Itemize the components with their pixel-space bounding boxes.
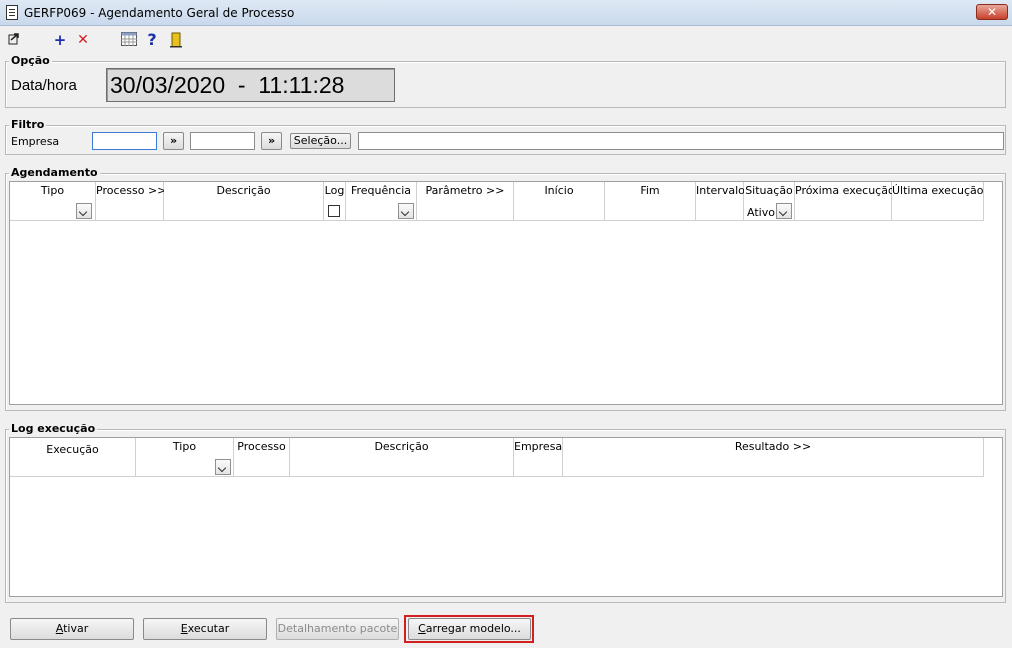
col-processo[interactable]: Processo >> bbox=[96, 182, 167, 221]
col-log-empresa-label: Empresa bbox=[514, 440, 563, 453]
col-log-execucao[interactable]: Execução bbox=[10, 438, 136, 477]
col-log-tipo[interactable]: Tipo bbox=[136, 438, 234, 477]
col-log-descricao-label: Descrição bbox=[374, 440, 429, 453]
carregar-modelo-button[interactable]: Carregar modelo... bbox=[408, 618, 531, 640]
col-inicio[interactable]: Início bbox=[514, 182, 605, 221]
col-log-execucao-label: Execução bbox=[46, 443, 99, 456]
opcao-legend: Opção bbox=[9, 54, 52, 67]
col-log-resultado-label: Resultado >> bbox=[734, 440, 812, 453]
col-log-processo-label: Processo bbox=[237, 440, 286, 453]
carregar-mnemonic: C bbox=[418, 622, 426, 635]
col-log[interactable]: Log bbox=[324, 182, 346, 221]
col-frequencia-label: Frequência bbox=[350, 184, 412, 197]
col-situacao[interactable]: Situação Ativo bbox=[744, 182, 795, 221]
col-parametro-label: Parâmetro >> bbox=[425, 184, 505, 197]
col-proxima-label: Próxima execução bbox=[795, 184, 895, 197]
col-ultima-execucao[interactable]: Última execução bbox=[892, 182, 984, 221]
empresa-end-input[interactable] bbox=[190, 132, 255, 150]
col-log-label: Log bbox=[324, 184, 345, 197]
selecao-button[interactable]: Seleção... bbox=[290, 133, 351, 149]
empresa-start-input[interactable] bbox=[92, 132, 157, 150]
situacao-filter-value: Ativo bbox=[747, 206, 775, 219]
document-icon bbox=[6, 5, 18, 20]
col-descricao[interactable]: Descrição bbox=[164, 182, 324, 221]
window-title: GERFP069 - Agendamento Geral de Processo bbox=[24, 6, 295, 20]
col-parametro[interactable]: Parâmetro >> bbox=[417, 182, 514, 221]
log-tipo-filter-dropdown-icon[interactable] bbox=[215, 459, 231, 475]
help-icon[interactable]: ? bbox=[144, 32, 160, 48]
log-filter-checkbox[interactable] bbox=[328, 205, 340, 217]
col-log-empresa[interactable]: Empresa bbox=[514, 438, 563, 477]
col-situacao-label: Situação bbox=[745, 184, 793, 197]
log-execucao-grid[interactable]: Execução Tipo Processo Descrição Empresa… bbox=[9, 437, 1003, 597]
empresa-end-lookup-button[interactable]: » bbox=[261, 132, 282, 150]
frequencia-filter-dropdown-icon[interactable] bbox=[398, 203, 414, 219]
col-log-tipo-label: Tipo bbox=[172, 440, 197, 453]
col-intervalo[interactable]: Intervalo bbox=[696, 182, 745, 221]
situacao-filter-dropdown-icon[interactable] bbox=[776, 203, 792, 219]
executar-label: xecutar bbox=[187, 622, 230, 635]
filtro-legend: Filtro bbox=[9, 118, 47, 131]
agendamento-legend: Agendamento bbox=[9, 166, 100, 179]
col-ultima-label: Última execução bbox=[892, 184, 984, 197]
ativar-button[interactable]: Ativar bbox=[10, 618, 134, 640]
detalhamento-pacote-button[interactable]: Detalhamento pacote bbox=[276, 618, 399, 640]
executar-button[interactable]: Executar bbox=[143, 618, 267, 640]
door-exit-icon[interactable] bbox=[168, 32, 184, 48]
carregar-label: arregar modelo... bbox=[425, 622, 521, 635]
ativar-mnemonic: A bbox=[55, 622, 64, 635]
ativar-label: tivar bbox=[63, 622, 89, 635]
datahora-display: 30/03/2020 - 11:11:28 bbox=[106, 68, 395, 102]
tipo-filter-dropdown-icon[interactable] bbox=[76, 203, 92, 219]
col-tipo[interactable]: Tipo bbox=[10, 182, 96, 221]
executar-mnemonic: E bbox=[180, 622, 188, 635]
col-frequencia[interactable]: Frequência bbox=[346, 182, 417, 221]
log-execucao-legend: Log execução bbox=[9, 422, 98, 435]
col-log-descricao[interactable]: Descrição bbox=[290, 438, 514, 477]
calendar-icon[interactable] bbox=[121, 32, 137, 48]
col-proxima-execucao[interactable]: Próxima execução bbox=[795, 182, 895, 221]
col-intervalo-label: Intervalo bbox=[696, 184, 745, 197]
empresa-start-lookup-button[interactable]: » bbox=[163, 132, 184, 150]
empresa-label: Empresa bbox=[11, 135, 60, 148]
empresa-description-field bbox=[358, 132, 1004, 150]
col-fim[interactable]: Fim bbox=[605, 182, 696, 221]
col-descricao-label: Descrição bbox=[216, 184, 271, 197]
col-tipo-label: Tipo bbox=[40, 184, 65, 197]
col-log-resultado[interactable]: Resultado >> bbox=[563, 438, 984, 477]
col-processo-label: Processo >> bbox=[96, 184, 167, 197]
agendamento-grid[interactable]: Tipo Processo >> Descrição Log Frequênci… bbox=[9, 181, 1003, 405]
datahora-label: Data/hora bbox=[11, 77, 77, 94]
col-fim-label: Fim bbox=[640, 184, 660, 197]
col-inicio-label: Início bbox=[544, 184, 574, 197]
add-icon[interactable]: + bbox=[52, 32, 68, 48]
delete-icon[interactable]: ✕ bbox=[75, 32, 91, 48]
close-button[interactable]: ✕ bbox=[976, 4, 1008, 20]
col-log-processo[interactable]: Processo bbox=[234, 438, 290, 477]
exit-icon[interactable] bbox=[6, 32, 22, 48]
